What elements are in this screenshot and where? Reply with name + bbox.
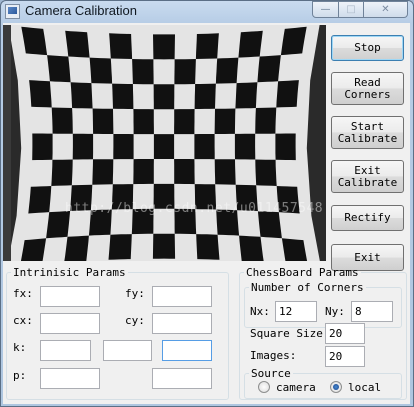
cx-field[interactable] (40, 313, 100, 334)
p-label: p: (13, 369, 27, 382)
ny-label: Ny: (325, 305, 345, 318)
p2-field[interactable] (152, 368, 212, 389)
p1-field[interactable] (40, 368, 100, 389)
fy-field[interactable] (152, 286, 212, 307)
ny-field[interactable]: 8 (351, 301, 393, 322)
cx-label: cx: (13, 314, 33, 327)
k-label: k: (13, 341, 27, 354)
close-icon: ✕ (381, 4, 390, 15)
minimize-icon: — (320, 4, 331, 15)
corners-title: Number of Corners (251, 281, 364, 294)
k3-field[interactable] (162, 340, 212, 361)
app-icon (5, 4, 20, 19)
chessboard-params-title: ChessBoard Params (246, 266, 359, 279)
app-window: Camera Calibration — □ ✕ http://blog.csd… (0, 0, 414, 407)
source-title: Source (251, 367, 291, 380)
images-field[interactable]: 20 (325, 346, 365, 367)
k1-field[interactable] (40, 340, 91, 361)
window-title: Camera Calibration (25, 3, 137, 18)
fy-label: fy: (125, 287, 145, 300)
fx-field[interactable] (40, 286, 100, 307)
intrinsic-params-title: Intrinisic Params (13, 266, 126, 279)
nx-field[interactable]: 12 (275, 301, 317, 322)
camera-radio[interactable] (258, 381, 270, 393)
start-calibrate-button[interactable]: Start Calibrate (331, 116, 404, 149)
camera-view: http://blog.csdn.net/u011457548 (3, 25, 326, 261)
square-size-field[interactable]: 20 (325, 323, 365, 344)
rectify-button[interactable]: Rectify (331, 205, 404, 231)
local-radio[interactable] (330, 381, 342, 393)
chessboard-image (3, 25, 326, 261)
watermark: http://blog.csdn.net/u011457548 (65, 201, 324, 216)
minimize-button[interactable]: — (312, 1, 339, 18)
client-area: http://blog.csdn.net/u011457548 Stop Rea… (3, 23, 410, 404)
exit-calibrate-button[interactable]: Exit Calibrate (331, 160, 404, 193)
read-corners-button[interactable]: Read Corners (331, 72, 404, 105)
fx-label: fx: (13, 287, 33, 300)
local-radio-label[interactable]: local (348, 381, 381, 394)
camera-radio-label[interactable]: camera (276, 381, 316, 394)
maximize-icon: □ (346, 4, 356, 15)
caption-buttons: — □ ✕ (312, 1, 408, 18)
title-bar[interactable]: Camera Calibration — □ ✕ (1, 1, 413, 23)
cy-label: cy: (125, 314, 145, 327)
stop-button[interactable]: Stop (331, 35, 404, 61)
nx-label: Nx: (250, 305, 270, 318)
maximize-button[interactable]: □ (339, 1, 364, 18)
images-label: Images: (250, 349, 297, 362)
square-size-label: Square Size: (250, 327, 330, 340)
cy-field[interactable] (152, 313, 212, 334)
close-button[interactable]: ✕ (364, 1, 408, 18)
k2-field[interactable] (103, 340, 152, 361)
